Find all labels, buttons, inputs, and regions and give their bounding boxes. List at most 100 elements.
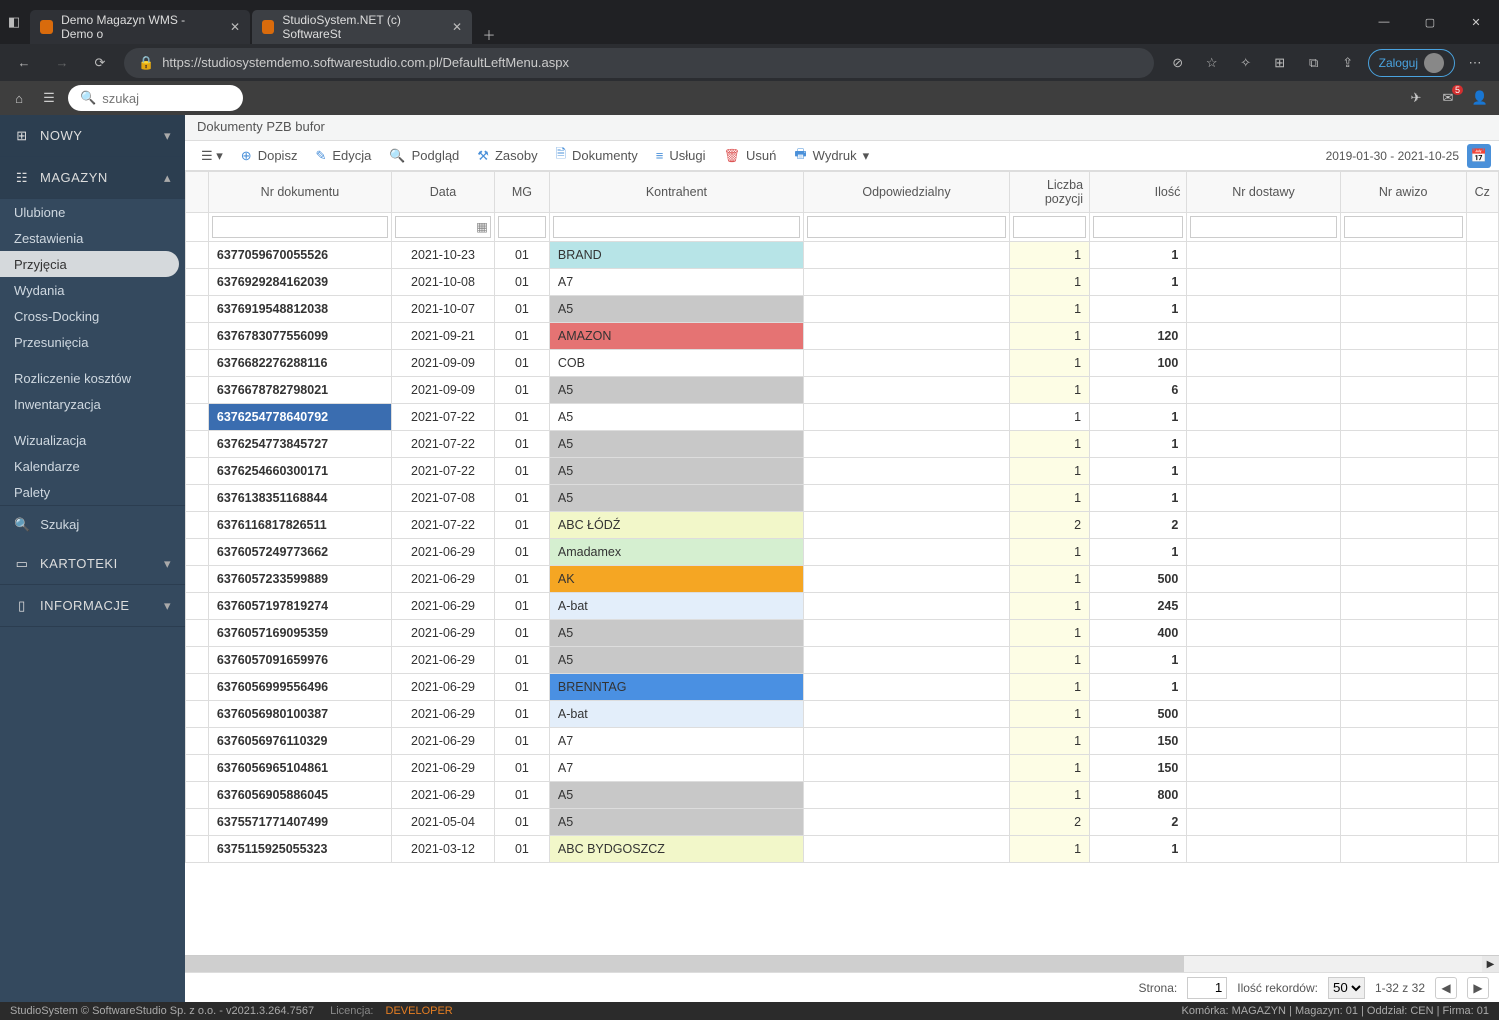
close-button[interactable]: ✕	[1453, 0, 1499, 44]
user-icon[interactable]: 👤	[1469, 87, 1491, 109]
table-row[interactable]: 63769292841620392021-10-0801A711	[186, 269, 1499, 296]
calendar-icon[interactable]: ▦	[476, 219, 488, 234]
sidebar-item[interactable]: Inwentaryzacja	[0, 391, 185, 417]
collections-icon[interactable]: ✧	[1232, 49, 1260, 77]
filter-mg[interactable]	[498, 216, 546, 238]
table-row[interactable]: 63760570916599762021-06-2901A511	[186, 647, 1499, 674]
sidebar-item[interactable]: Przyjęcia	[0, 251, 179, 277]
address-bar[interactable]: 🔒 https://studiosystemdemo.softwarestudi…	[124, 48, 1154, 78]
wydruk-button[interactable]: 🖶Wydruk ▾	[786, 141, 877, 171]
col-kon[interactable]: Kontrahent	[549, 172, 803, 213]
favorite-icon[interactable]: ☆	[1198, 49, 1226, 77]
dopisz-button[interactable]: ⊕Dopisz	[233, 144, 306, 168]
sidebar-section-kartoteki[interactable]: ▭ KARTOTEKI ▾	[0, 543, 185, 585]
sidebar-item[interactable]: Wydania	[0, 277, 185, 303]
sidebar-section-informacje[interactable]: ▯ INFORMACJE ▾	[0, 585, 185, 627]
table-row[interactable]: 63766787827980212021-09-0901A516	[186, 377, 1499, 404]
filter-na[interactable]	[1344, 216, 1463, 238]
sidebar-item[interactable]: Palety	[0, 479, 185, 505]
tab-view-icon[interactable]: ◧	[4, 12, 24, 32]
usun-button[interactable]: 🗑Usuń	[716, 144, 785, 168]
prev-page-button[interactable]: ◀	[1435, 977, 1457, 999]
table-row[interactable]: 63760569801003872021-06-2901A-bat1500	[186, 701, 1499, 728]
maximize-button[interactable]: ▢	[1407, 0, 1453, 44]
home-icon[interactable]: ⌂	[8, 87, 30, 109]
filter-odp[interactable]	[807, 216, 1006, 238]
share-icon[interactable]: ⇪	[1334, 49, 1362, 77]
table-row[interactable]: 63751159250553232021-03-1201ABC BYDGOSZC…	[186, 836, 1499, 863]
zasoby-button[interactable]: ⚒Zasoby	[469, 144, 545, 168]
table-row[interactable]: 63760569995564962021-06-2901BRENNTAG11	[186, 674, 1499, 701]
browser-tab-1[interactable]: StudioSystem.NET (c) SoftwareSt ✕	[252, 10, 472, 44]
table-row[interactable]: 63755717714074992021-05-0401A522	[186, 809, 1499, 836]
page-size-select[interactable]: 50	[1328, 977, 1365, 999]
table-row[interactable]: 63761383511688442021-07-0801A511	[186, 485, 1499, 512]
col-mg[interactable]: MG	[494, 172, 549, 213]
sidebar-section-nowy[interactable]: ⊞ NOWY ▾	[0, 115, 185, 157]
tracking-icon[interactable]: ⊘	[1164, 49, 1192, 77]
filter-nr[interactable]	[212, 216, 388, 238]
edycja-button[interactable]: ✎Edycja	[307, 144, 379, 168]
table-row[interactable]: 63760571690953592021-06-2901A51400	[186, 620, 1499, 647]
sidebar-item[interactable]: Zestawienia	[0, 225, 185, 251]
filter-lp[interactable]	[1013, 216, 1086, 238]
table-row[interactable]: 63766822762881162021-09-0901COB1100	[186, 350, 1499, 377]
sidebar-item[interactable]: Kalendarze	[0, 453, 185, 479]
sidebar-section-magazyn[interactable]: ☷ MAGAZYN ▴	[0, 157, 185, 199]
col-cz[interactable]: Cz	[1466, 172, 1498, 213]
table-row[interactable]: 63762547786407922021-07-2201A511	[186, 404, 1499, 431]
license-link[interactable]: DEVELOPER	[386, 1005, 453, 1017]
browser-tab-0[interactable]: Demo Magazyn WMS - Demo o ✕	[30, 10, 250, 44]
sync-icon[interactable]: ⧉	[1300, 49, 1328, 77]
sidebar-item[interactable]: Wizualizacja	[0, 427, 185, 453]
close-icon[interactable]: ✕	[452, 20, 462, 34]
col-odp[interactable]: Odpowiedzialny	[803, 172, 1009, 213]
menu-button[interactable]: ⋯	[1461, 49, 1489, 77]
table-row[interactable]: 63760569651048612021-06-2901A71150	[186, 755, 1499, 782]
refresh-button[interactable]: ⟳	[86, 49, 114, 77]
sidebar-item[interactable]: Rozliczenie kosztów	[0, 365, 185, 391]
scroll-right-icon[interactable]: ▶	[1482, 956, 1499, 972]
table-row[interactable]: 63760569058860452021-06-2901A51800	[186, 782, 1499, 809]
airplane-icon[interactable]: ✈	[1405, 87, 1427, 109]
podglad-button[interactable]: 🔍Podgląd	[381, 144, 467, 168]
uslugi-button[interactable]: ≡Usługi	[648, 144, 714, 167]
table-row[interactable]: 63760572497736622021-06-2901Amadamex11	[186, 539, 1499, 566]
col-nrd[interactable]: Nr dostawy	[1187, 172, 1340, 213]
table-row[interactable]: 63769195488120382021-10-0701A511	[186, 296, 1499, 323]
col-data[interactable]: Data	[391, 172, 494, 213]
col-lp[interactable]: Liczba pozycji	[1009, 172, 1089, 213]
table-row[interactable]: 63760571978192742021-06-2901A-bat1245	[186, 593, 1499, 620]
sidebar-item[interactable]: 🔍Szukaj	[0, 505, 185, 543]
search-input[interactable]: 🔍	[68, 85, 243, 111]
col-na[interactable]: Nr awizo	[1340, 172, 1466, 213]
filter-nrd[interactable]	[1190, 216, 1336, 238]
next-page-button[interactable]: ▶	[1467, 977, 1489, 999]
back-button[interactable]: ←	[10, 49, 38, 77]
login-button[interactable]: Zaloguj	[1368, 49, 1455, 77]
extensions-icon[interactable]: ⊞	[1266, 49, 1294, 77]
filter-il[interactable]	[1093, 216, 1183, 238]
table-row[interactable]: 63760569761103292021-06-2901A71150	[186, 728, 1499, 755]
mail-icon[interactable]: ✉5	[1437, 87, 1459, 109]
table-row[interactable]: 63760572335998892021-06-2901AK1500	[186, 566, 1499, 593]
table-row[interactable]: 63762546603001712021-07-2201A511	[186, 458, 1499, 485]
menu-button[interactable]: ☰ ▾	[193, 144, 231, 168]
sidebar-item[interactable]: Cross-Docking	[0, 303, 185, 329]
filter-kon[interactable]	[553, 216, 800, 238]
col-nr[interactable]: Nr dokumentu	[208, 172, 391, 213]
new-tab-button[interactable]: ＋	[474, 25, 504, 44]
page-input[interactable]	[1187, 977, 1227, 999]
col-il[interactable]: Ilość	[1090, 172, 1187, 213]
sidebar-item[interactable]: Ulubione	[0, 199, 185, 225]
calendar-button[interactable]: 📅	[1467, 144, 1491, 168]
table-row[interactable]: 63767830775560992021-09-2101AMAZON1120	[186, 323, 1499, 350]
horizontal-scrollbar[interactable]: ▶	[185, 955, 1499, 972]
dokumenty-button[interactable]: 🗎Dokumenty	[548, 141, 646, 171]
sidebar-item[interactable]: Przesunięcia	[0, 329, 185, 355]
toggle-sidebar-icon[interactable]: ☰	[38, 87, 60, 109]
close-icon[interactable]: ✕	[230, 20, 240, 34]
table-row[interactable]: 63762547738457272021-07-2201A511	[186, 431, 1499, 458]
table-row[interactable]: 63770596700555262021-10-2301BRAND11	[186, 242, 1499, 269]
table-row[interactable]: 63761168178265112021-07-2201ABC ŁÓDŹ22	[186, 512, 1499, 539]
